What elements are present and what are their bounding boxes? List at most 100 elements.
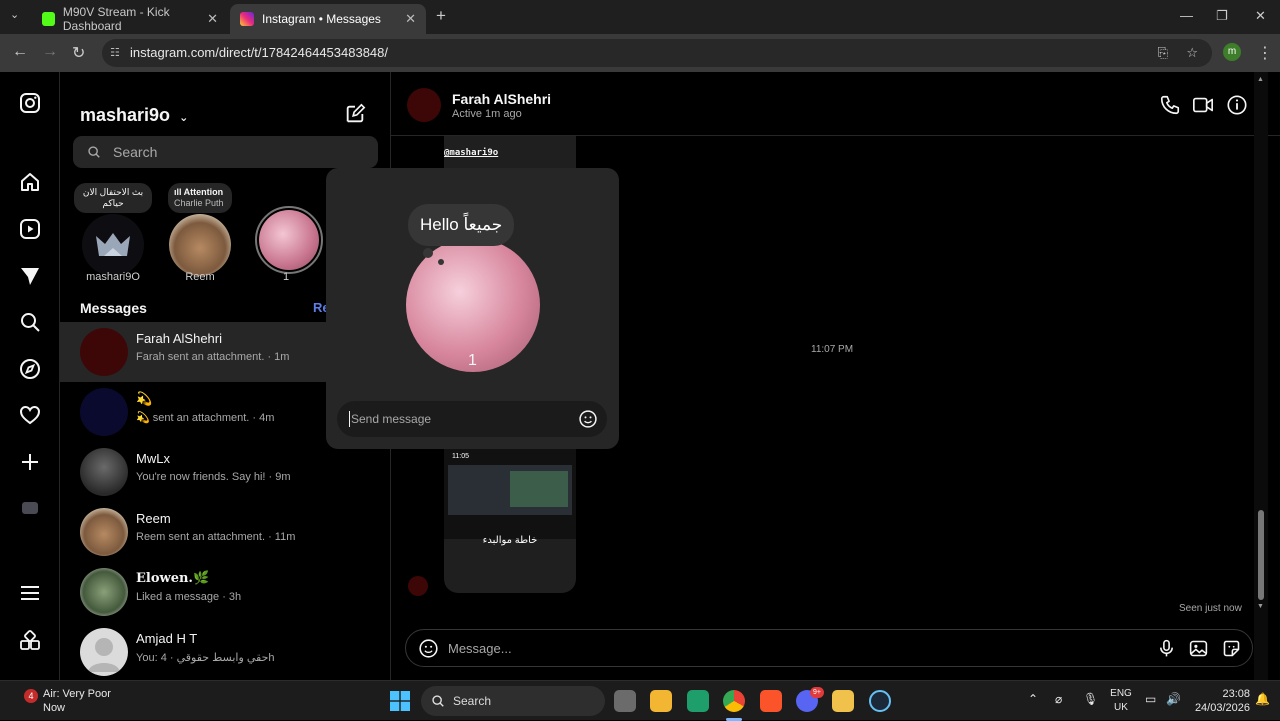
attachment-card[interactable]: 11:05 خاطة موالبدء (444, 449, 576, 593)
file-explorer-icon[interactable] (650, 690, 672, 712)
app-icon[interactable] (832, 690, 854, 712)
default-user-icon (88, 638, 120, 672)
install-app-icon[interactable]: ⎘ (1158, 39, 1168, 67)
microphone-icon[interactable]: 🎙 (1083, 692, 1098, 706)
list-item[interactable]: MwLx You're now friends. Say hi! · 9m (60, 442, 390, 502)
task-view-icon[interactable] (614, 690, 636, 712)
weather-title[interactable]: Air: Very Poor (43, 688, 111, 700)
microphone-icon[interactable] (1156, 638, 1177, 659)
thread-preview: You: حقي وابسط حقوقي · 4h (136, 652, 275, 664)
list-item[interactable]: Elowen.🌿 Liked a message · 3h (60, 562, 390, 622)
create-plus-icon[interactable] (18, 450, 42, 474)
direct-messages-icon[interactable] (18, 264, 42, 288)
steam-icon[interactable] (869, 690, 891, 712)
also-from-meta-icon[interactable] (18, 629, 42, 653)
taskbar-search-label: Search (453, 694, 492, 708)
avatar (408, 576, 428, 596)
clock-time[interactable]: 23:08 (1188, 688, 1250, 700)
conversation-info-icon[interactable] (1226, 94, 1248, 116)
notifications-heart-icon[interactable] (18, 403, 42, 427)
maximize-icon[interactable]: ❐ (1216, 8, 1228, 24)
instagram-app: mashari9o ⌄ Search بث الاحتفال الان حياك… (0, 72, 1280, 680)
volume-icon[interactable]: 🔊 (1166, 692, 1181, 706)
list-item[interactable]: Reem Reem sent an attachment. · 11m (60, 502, 390, 562)
scrollbar-thumb[interactable] (1258, 510, 1264, 600)
language-secondary: UK (1114, 702, 1128, 713)
instagram-logo-icon[interactable] (18, 91, 42, 115)
taskbar-search[interactable]: Search (421, 686, 605, 716)
tab-instagram-messages[interactable]: Instagram • Messages ✕ (230, 4, 426, 34)
list-item[interactable]: Amjad H T You: حقي وابسط حقوقي · 4h (60, 622, 390, 680)
bubble-tail-dot (438, 259, 444, 265)
thread-name: 💫 (136, 391, 153, 406)
add-photo-icon[interactable] (1188, 638, 1209, 659)
avatar[interactable] (82, 214, 144, 276)
note-song-name: Attention (183, 187, 224, 197)
chrome-icon[interactable] (723, 690, 745, 712)
account-switcher[interactable]: mashari9o ⌄ (80, 105, 188, 126)
language-primary[interactable]: ENG (1108, 688, 1134, 699)
reload-icon[interactable]: ↻ (72, 43, 85, 63)
avatar (80, 448, 128, 496)
explore-icon[interactable] (18, 357, 42, 381)
network-off-icon[interactable]: ⌀ (1055, 692, 1062, 706)
tab-search-icon[interactable]: ⌄ (10, 8, 19, 21)
search-icon[interactable] (18, 310, 42, 334)
avatar[interactable] (255, 206, 323, 274)
emoji-icon[interactable] (418, 638, 439, 659)
close-tab-icon[interactable]: ✕ (405, 11, 416, 27)
show-hidden-icons[interactable]: ⌃ (1028, 692, 1038, 706)
avatar-image (259, 210, 319, 270)
minimize-icon[interactable]: — (1180, 8, 1193, 23)
notifications-bell-icon[interactable]: 🔔 (1255, 692, 1270, 706)
nav-rail (0, 72, 60, 680)
note-music-bubble[interactable]: ıll Attention Charlie Puth (168, 183, 232, 213)
message-composer[interactable]: Message... (405, 629, 1253, 667)
close-tab-icon[interactable]: ✕ (207, 11, 218, 27)
avatar[interactable] (407, 88, 441, 122)
app-icon[interactable] (687, 690, 709, 712)
more-menu-icon[interactable] (18, 581, 42, 605)
thread-preview: Reem sent an attachment. · 11m (136, 531, 296, 543)
note-bubble[interactable]: بث الاحتفال الان حياكم (74, 183, 152, 213)
profile-rail-avatar[interactable] (22, 502, 38, 514)
new-tab-icon[interactable]: + (436, 6, 446, 26)
avatar (80, 328, 128, 376)
page-scrollbar[interactable]: ▲ ▼ (1254, 72, 1268, 680)
browser-menu-icon[interactable]: ⋮ (1257, 43, 1273, 63)
wifi-icon[interactable]: ▭ (1145, 692, 1156, 706)
bookmark-star-icon[interactable]: ☆ (1186, 39, 1198, 67)
search-input[interactable]: Search (73, 136, 378, 168)
sticker-icon[interactable] (1221, 638, 1242, 659)
scroll-up-icon[interactable]: ▲ (1257, 76, 1264, 83)
forward-icon[interactable]: → (42, 43, 58, 61)
home-icon[interactable] (18, 170, 42, 194)
note-avatar-logo-icon (82, 214, 144, 276)
emoji-icon[interactable] (578, 409, 598, 429)
scroll-down-icon[interactable]: ▼ (1257, 603, 1264, 610)
browser-tab-strip: ⌄ M90V Stream - Kick Dashboard ✕ Instagr… (0, 0, 1280, 34)
tab-kick-dashboard[interactable]: M90V Stream - Kick Dashboard ✕ (32, 4, 228, 34)
windows-start-icon[interactable] (390, 691, 410, 711)
weather-widget-icon[interactable]: 4 (20, 689, 38, 713)
note-name: 1 (282, 271, 290, 283)
profile-avatar[interactable]: m (1223, 43, 1241, 61)
thread-name: Farah AlShehri (136, 331, 222, 346)
clock-date: 24/03/2026 (1194, 702, 1250, 714)
avatar[interactable] (169, 214, 231, 276)
site-info-icon[interactable]: ☷ (110, 39, 120, 67)
attachment-card-top[interactable]: @mashari9o (444, 136, 576, 170)
close-window-icon[interactable]: ✕ (1255, 8, 1266, 24)
back-icon[interactable]: ← (12, 43, 28, 61)
new-message-icon[interactable] (344, 103, 366, 125)
avatar (80, 388, 128, 436)
audio-call-icon[interactable] (1159, 94, 1181, 116)
url-field[interactable]: ☷ instagram.com/direct/t/178424644534838… (102, 39, 1212, 67)
conversation-header: Farah AlShehri Active 1m ago (391, 72, 1280, 136)
note-popup: Hello جميعاً 1 Send message (326, 168, 619, 449)
brave-icon[interactable] (760, 690, 782, 712)
reels-icon[interactable] (18, 217, 42, 241)
video-call-icon[interactable] (1192, 94, 1214, 116)
reply-input[interactable]: Send message (337, 401, 607, 437)
conversation-name[interactable]: Farah AlShehri (452, 91, 551, 107)
